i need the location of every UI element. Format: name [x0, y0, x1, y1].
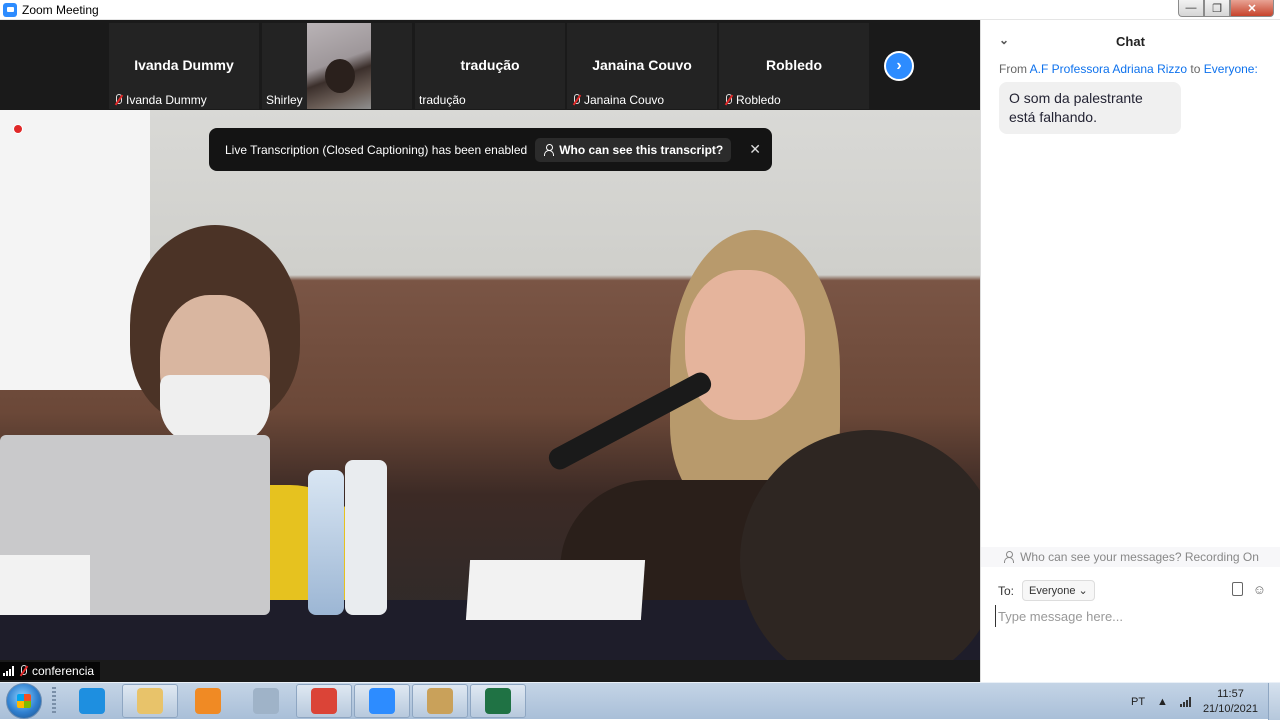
participant-label-text: Robledo	[736, 93, 781, 107]
next-page-button[interactable]: ›	[884, 51, 914, 81]
window-controls: — ❐ ✕	[1178, 0, 1274, 17]
participant-name-large: Janaina Couvo	[592, 57, 692, 73]
speaker-name: conferencia	[32, 664, 95, 678]
maximize-button[interactable]: ❐	[1204, 0, 1230, 17]
muted-mic-icon	[571, 94, 581, 106]
participant-label-text: tradução	[419, 93, 466, 107]
taskbar-calculator-button[interactable]	[238, 684, 294, 718]
chat-tools: ☺	[1231, 582, 1266, 597]
clock-time: 11:57	[1217, 687, 1244, 700]
taskbar-file-explorer-button[interactable]	[122, 684, 178, 718]
clock-date: 21/10/2021	[1202, 702, 1258, 715]
sanitizer-bottle	[345, 460, 387, 615]
chat-message-bubble: O som da palestrante está falhando.	[999, 82, 1181, 134]
participant-name-large: Ivanda Dummy	[134, 57, 234, 73]
participant-tile[interactable]: tradução tradução	[415, 23, 565, 109]
emoji-icon[interactable]: ☺	[1253, 582, 1266, 597]
clock[interactable]: 11:57 21/10/2021	[1203, 687, 1258, 717]
participant-label-text: Shirley	[266, 93, 303, 107]
participant-label: Shirley	[266, 93, 303, 107]
chevron-down-icon[interactable]: ⌄	[999, 33, 1009, 47]
participant-label-text: Ivanda Dummy	[126, 93, 207, 107]
person-info-icon	[543, 143, 555, 156]
taskbar-grip	[52, 687, 56, 715]
from-label: From	[999, 62, 1027, 76]
window-title: Zoom Meeting	[22, 2, 99, 17]
participant-label: Janaina Couvo	[571, 93, 664, 107]
water-bottle	[308, 470, 344, 615]
taskbar-zoom-button[interactable]	[354, 684, 410, 718]
participant-tile[interactable]: Robledo Robledo	[719, 23, 869, 109]
taskbar-paint-button[interactable]	[412, 684, 468, 718]
sender-name[interactable]: A.F Professora Adriana Rizzo	[1030, 62, 1187, 76]
transcript-visibility-label: Who can see this transcript?	[559, 142, 724, 157]
transcription-message: Live Transcription (Closed Captioning) h…	[225, 142, 528, 157]
nameplate-left	[0, 555, 90, 615]
to-word: to	[1190, 62, 1201, 76]
person-info-icon	[1003, 551, 1015, 563]
participant-strip: Ivanda Dummy Ivanda Dummy Shirley traduç…	[0, 20, 980, 110]
participant-tile[interactable]: Shirley	[262, 23, 412, 109]
close-button[interactable]: ✕	[1230, 0, 1274, 17]
file-explorer-icon	[137, 688, 163, 714]
chat-panel: ⌄ Chat From A.F Professora Adriana Rizzo…	[980, 20, 1280, 682]
participant-label: Robledo	[723, 93, 781, 107]
file-icon[interactable]	[1231, 582, 1243, 596]
participant-label: Ivanda Dummy	[113, 93, 207, 107]
participant-video	[307, 23, 371, 109]
transcript-visibility-button[interactable]: Who can see this transcript?	[535, 137, 732, 162]
taskbar-excel-button[interactable]	[470, 684, 526, 718]
media-player-icon	[195, 688, 221, 714]
participant-name-large: Robledo	[766, 57, 822, 73]
taskbar-apps	[64, 684, 528, 718]
show-desktop-button[interactable]	[1268, 683, 1280, 720]
chat-title: Chat	[1116, 33, 1145, 49]
zoom-icon	[369, 688, 395, 714]
muted-mic-icon	[113, 94, 123, 106]
close-notification-button[interactable]: ✕	[749, 141, 761, 158]
window-titlebar: Zoom Meeting — ❐ ✕	[0, 0, 1280, 20]
transcription-notification: Live Transcription (Closed Captioning) h…	[209, 128, 772, 171]
participant-label-text: Janaina Couvo	[584, 93, 665, 107]
nameplate-right	[465, 560, 646, 620]
to-label: To:	[998, 583, 1015, 598]
windows-taskbar: PT ▲ 11:57 21/10/2021	[0, 682, 1280, 720]
participant-label: tradução	[419, 93, 466, 107]
muted-mic-icon	[723, 94, 733, 106]
calculator-icon	[253, 688, 279, 714]
recipient-name[interactable]: Everyone:	[1204, 62, 1258, 76]
meeting-area: Ivanda Dummy Ivanda Dummy Shirley traduç…	[0, 20, 980, 682]
signal-strength-icon	[3, 666, 14, 676]
recipient-row: To: Everyone ⌄	[998, 580, 1095, 601]
excel-icon	[485, 688, 511, 714]
tray-expand-icon[interactable]: ▲	[1157, 696, 1168, 708]
message-visibility-text: Who can see your messages? Recording On	[1020, 550, 1259, 564]
active-speaker-video	[0, 110, 980, 660]
system-tray: PT ▲ 11:57 21/10/2021	[1131, 683, 1280, 720]
start-button[interactable]	[6, 683, 42, 719]
chrome-icon	[311, 688, 337, 714]
participant-name-large: tradução	[460, 57, 520, 73]
message-visibility-notice[interactable]: Who can see your messages? Recording On	[981, 547, 1280, 567]
network-icon[interactable]	[1179, 696, 1191, 707]
chat-message-input[interactable]	[995, 605, 1265, 627]
internet-explorer-icon	[79, 688, 105, 714]
chat-message-meta: From A.F Professora Adriana Rizzo to Eve…	[999, 62, 1280, 76]
taskbar-internet-explorer-button[interactable]	[64, 684, 120, 718]
muted-mic-icon	[18, 665, 28, 677]
participant-tile[interactable]: Janaina Couvo Janaina Couvo	[567, 23, 717, 109]
taskbar-media-player-button[interactable]	[180, 684, 236, 718]
paint-icon	[427, 688, 453, 714]
recording-indicator-icon	[13, 124, 23, 134]
participant-tile[interactable]: Ivanda Dummy Ivanda Dummy	[109, 23, 259, 109]
recipient-select[interactable]: Everyone ⌄	[1022, 580, 1095, 601]
speaker-label: conferencia	[0, 662, 101, 680]
taskbar-chrome-button[interactable]	[296, 684, 352, 718]
zoom-app-icon	[3, 2, 17, 17]
language-indicator[interactable]: PT	[1131, 696, 1145, 708]
minimize-button[interactable]: —	[1178, 0, 1204, 17]
chat-header: ⌄ Chat	[981, 20, 1280, 62]
